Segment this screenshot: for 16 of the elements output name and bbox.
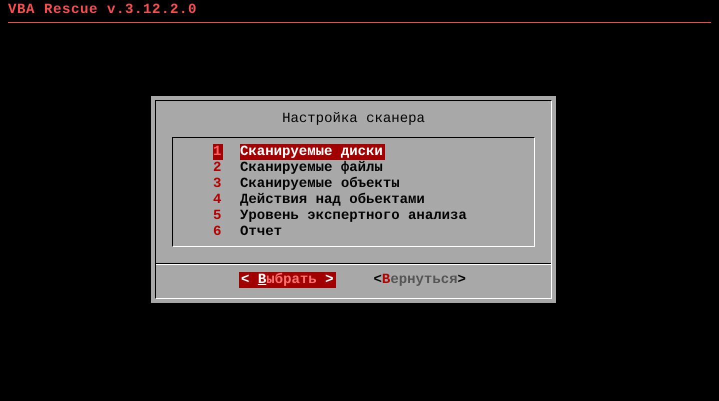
item-number: 5 (213, 208, 222, 224)
item-number: 6 (213, 224, 222, 240)
dialog-button[interactable]: <Вернуться> (372, 272, 468, 288)
app-title: VBA Rescue v.3.12.2.0 (8, 2, 198, 18)
menu-item[interactable]: Сканируемые диски (240, 144, 385, 160)
item-number: 4 (213, 192, 222, 208)
item-number: 2 (213, 160, 222, 176)
dialog-title: Настройка сканера (281, 111, 426, 127)
menu-item[interactable]: Уровень экспертного анализа (240, 208, 469, 224)
item-number: 1 (213, 144, 223, 160)
menu-item[interactable]: Сканируемые объекты (240, 176, 402, 192)
menu-item[interactable]: Действия над обьектами (240, 192, 427, 208)
item-number: 3 (213, 176, 222, 192)
dialog-button[interactable]: < Выбрать > (239, 272, 336, 288)
menu-item[interactable]: Сканируемые файлы (240, 160, 385, 176)
menu-item[interactable]: Отчет (240, 224, 284, 240)
